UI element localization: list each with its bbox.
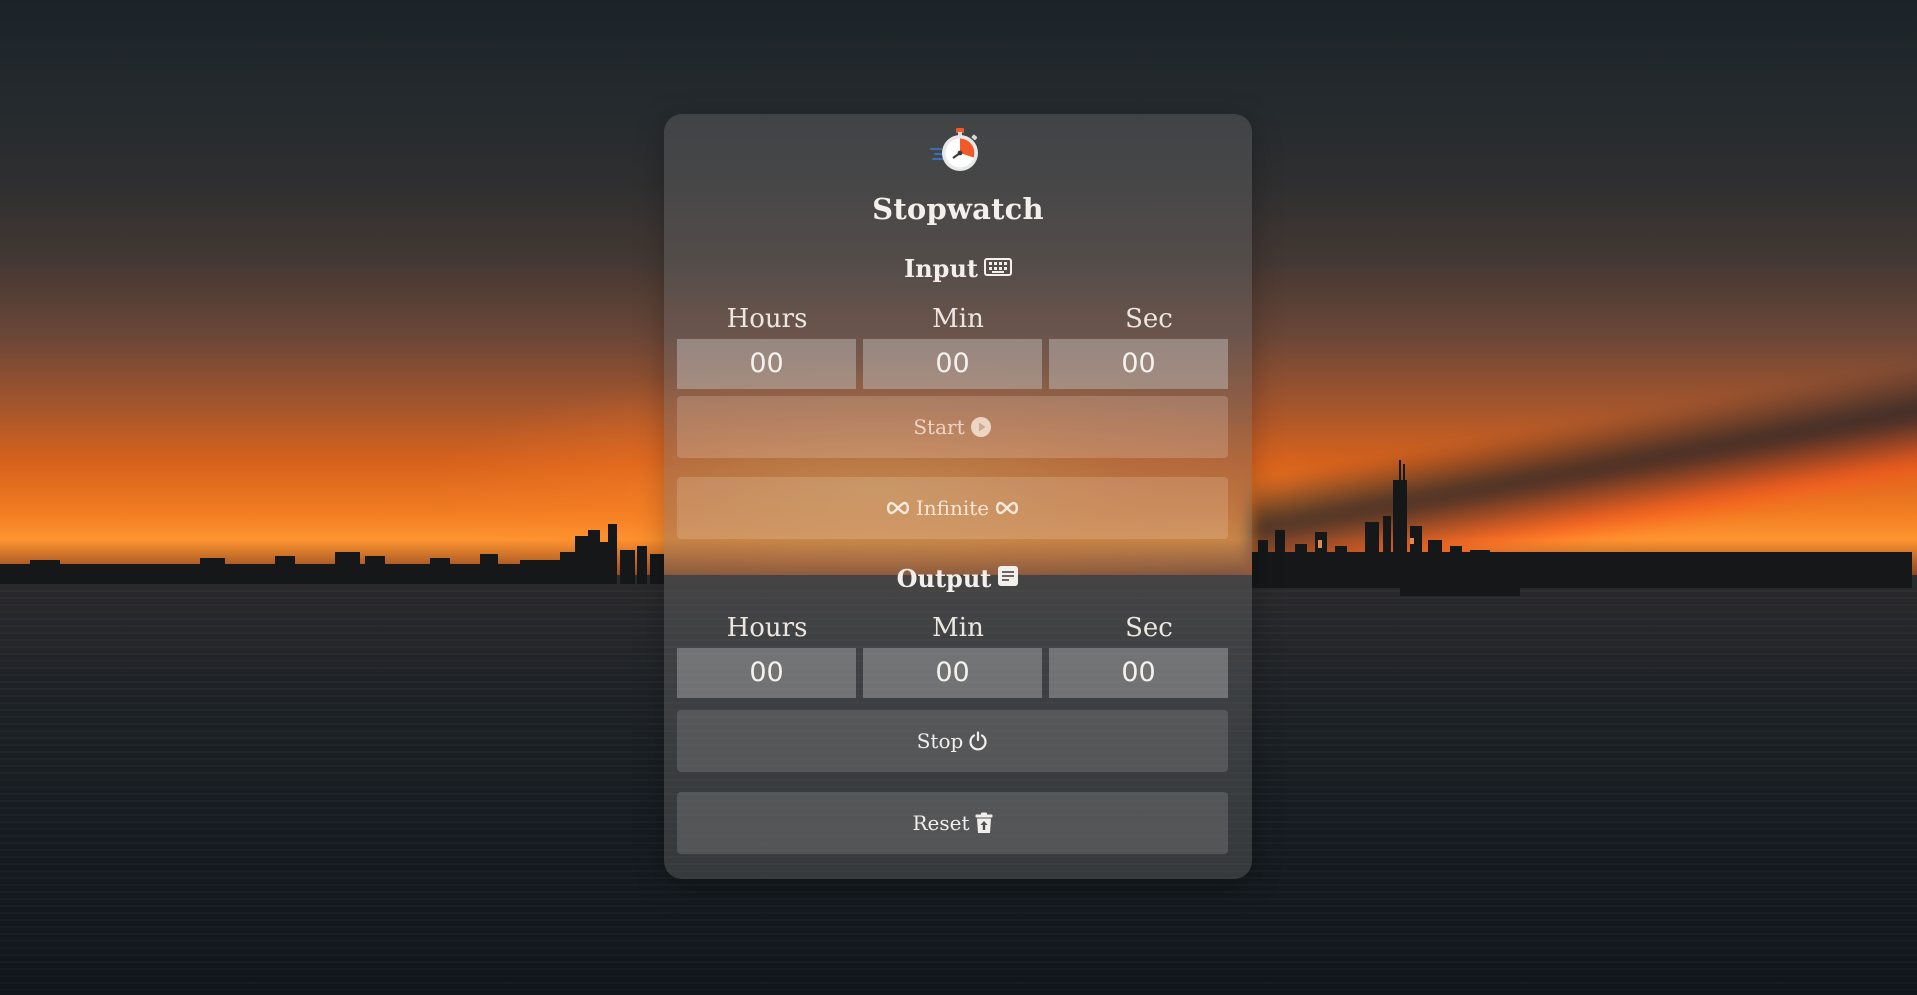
reset-button[interactable]: Reset [677,792,1228,854]
input-hours-field[interactable]: 00 [677,339,856,389]
input-sec-field[interactable]: 00 [1049,339,1228,389]
start-button[interactable]: Start [677,396,1228,458]
trash-restore-icon [975,812,993,834]
power-icon [968,731,988,751]
input-min-field[interactable]: 00 [863,339,1042,389]
input-label-min: Min [932,304,984,334]
output-label-min: Min [932,613,984,643]
input-label-sec: Sec [1125,304,1173,334]
stopwatch-card: Stopwatch Input Hours Min Sec 00 00 00 S… [664,114,1252,879]
start-button-label: Start [913,415,965,439]
output-label-sec: Sec [1125,613,1173,643]
infinity-icon [885,500,911,516]
output-labels: Hours Min Sec [677,613,1239,643]
document-icon [997,564,1019,593]
output-hours-field: 00 [677,648,856,698]
app-title: Stopwatch [872,192,1044,226]
infinite-button[interactable]: Infinite [677,477,1228,539]
output-fields: 00 00 00 [677,648,1228,698]
output-heading: Output [664,564,1252,593]
input-label-hours: Hours [726,304,808,334]
stop-button-label: Stop [916,729,964,753]
output-label-hours: Hours [726,613,808,643]
input-heading: Input [664,254,1252,283]
play-circle-icon [970,416,992,438]
output-sec-field: 00 [1049,648,1228,698]
input-fields: 00 00 00 [677,339,1228,389]
output-heading-label: Output [896,564,992,593]
input-labels: Hours Min Sec [677,304,1239,334]
reset-button-label: Reset [912,811,970,835]
keyboard-icon [984,254,1012,283]
stop-button[interactable]: Stop [677,710,1228,772]
input-heading-label: Input [904,254,978,283]
output-min-field: 00 [863,648,1042,698]
infinite-button-label: Infinite [915,496,990,520]
stopwatch-icon [930,128,978,171]
infinity-icon [994,500,1020,516]
